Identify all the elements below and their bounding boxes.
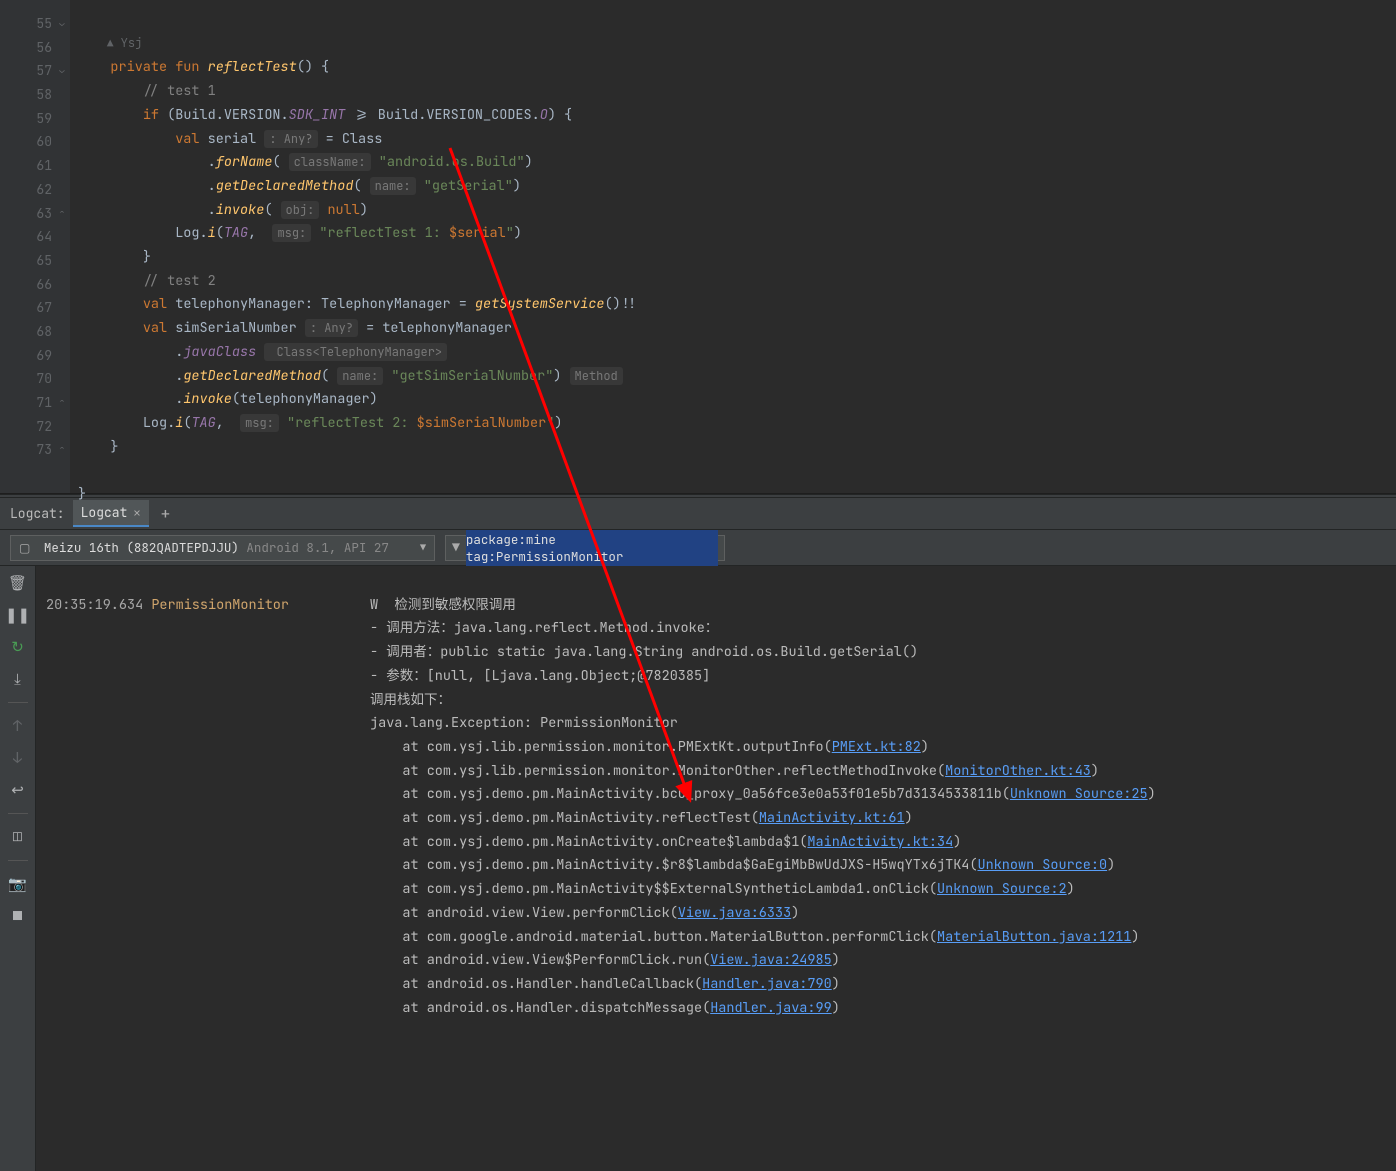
arrow-down-icon[interactable]: ↓ <box>9 749 27 767</box>
stack-line: at android.view.View.performClick( <box>370 904 678 922</box>
line-number: 71 <box>0 391 52 415</box>
log-line: - 调用方法：java.lang.reflect.Method.invoke： <box>370 619 718 637</box>
stack-line: at com.ysj.demo.pm.MainActivity.onCreate… <box>370 833 807 851</box>
line-number: 66 <box>0 273 52 297</box>
line-number-gutter: 55 56 57 58 59 60 61 62 63 64 65 66 67 6… <box>0 0 70 493</box>
source-link[interactable]: Unknown Source:2 <box>937 880 1067 898</box>
stack-line: at com.google.android.material.button.Ma… <box>370 928 937 946</box>
tab-label: Logcat <box>81 504 128 521</box>
logcat-panel-label: Logcat: <box>10 505 65 522</box>
soft-wrap-icon[interactable]: ↩ <box>9 781 27 799</box>
line-number: 73 <box>0 438 52 462</box>
stack-line: at com.ysj.demo.pm.MainActivity$$Externa… <box>370 880 937 898</box>
logcat-output[interactable]: 20:35:19.634 PermissionMonitor W 检测到敏感权限… <box>36 566 1396 1171</box>
line-number: 62 <box>0 178 52 202</box>
log-tag: PermissionMonitor <box>151 596 289 614</box>
source-link[interactable]: Unknown Source:25 <box>1010 785 1148 803</box>
source-link[interactable]: MainActivity.kt:61 <box>759 809 905 827</box>
phone-icon: ▢ <box>19 540 30 556</box>
line-number: 72 <box>0 415 52 439</box>
author-icon: ▲ <box>107 37 114 51</box>
line-number: 65 <box>0 249 52 273</box>
arrow-up-icon[interactable]: ↑ <box>9 717 27 735</box>
fold-icon[interactable]: ⌃ <box>56 438 68 462</box>
line-number: 63 <box>0 202 52 226</box>
source-link[interactable]: Handler.java:790 <box>702 975 832 993</box>
pause-icon[interactable]: ❚❚ <box>9 606 27 624</box>
source-link[interactable]: View.java:6333 <box>678 904 791 922</box>
fold-icon[interactable]: ⌃ <box>56 391 68 415</box>
stack-line: at com.ysj.demo.pm.MainActivity.bcu_prox… <box>370 785 1010 803</box>
line-number: 61 <box>0 154 52 178</box>
code-editor[interactable]: 55 56 57 58 59 60 61 62 63 64 65 66 67 6… <box>0 0 1396 494</box>
source-link[interactable]: Handler.java:99 <box>710 999 832 1017</box>
line-number: 55 <box>0 12 52 36</box>
line-number: 60 <box>0 130 52 154</box>
line-number: 56 <box>0 36 52 60</box>
line-number: 58 <box>0 83 52 107</box>
add-tab-button[interactable]: + <box>161 503 171 524</box>
line-number: 57 <box>0 59 52 83</box>
line-number: 67 <box>0 296 52 320</box>
log-timestamp: 20:35:19.634 <box>46 596 143 614</box>
line-number: 68 <box>0 320 52 344</box>
logcat-filter-input[interactable]: ▼ package:mine tag:PermissionMonitor <box>445 535 725 561</box>
logcat-toolbar: ▢ Meizu 16th (882QADTEPDJJU) Android 8.1… <box>0 530 1396 566</box>
record-icon[interactable]: ■ <box>9 907 27 925</box>
author-hint: Ysj <box>121 35 143 51</box>
stack-line: at android.os.Handler.handleCallback( <box>370 975 702 993</box>
filter-token: package:mine tag:PermissionMonitor <box>466 530 718 566</box>
source-link[interactable]: MonitorOther.kt:43 <box>945 762 1091 780</box>
logcat-sidebar: 🗑 ❚❚ ↻ ⤓ ↑ ↓ ↩ ◫ 📷 ■ <box>0 566 36 1171</box>
log-level: W <box>370 596 378 614</box>
log-line: 检测到敏感权限调用 <box>394 596 516 614</box>
fold-icon[interactable]: ⌄ <box>56 12 68 36</box>
stack-line: at com.ysj.demo.pm.MainActivity.reflectT… <box>370 809 759 827</box>
scroll-end-icon[interactable]: ⤓ <box>9 670 27 688</box>
restart-icon[interactable]: ↻ <box>9 638 27 656</box>
device-selector[interactable]: ▢ Meizu 16th (882QADTEPDJJU) Android 8.1… <box>10 535 435 561</box>
source-link[interactable]: PMExt.kt:82 <box>832 738 921 756</box>
device-name: Meizu 16th (882QADTEPDJJU) <box>44 539 239 556</box>
stack-line: at com.ysj.lib.permission.monitor.Monito… <box>370 762 945 780</box>
tab-logcat[interactable]: Logcat ✕ <box>73 500 149 527</box>
screenshot-icon[interactable]: 📷 <box>9 875 27 893</box>
line-number: 59 <box>0 107 52 131</box>
log-line: - 参数：[null, [Ljava.lang.Object;@7820385] <box>370 667 710 685</box>
log-line: java.lang.Exception: PermissionMonitor <box>370 714 678 732</box>
stack-line: at android.os.Handler.dispatchMessage( <box>370 999 710 1017</box>
source-link[interactable]: Unknown Source:0 <box>978 856 1108 874</box>
line-number: 69 <box>0 344 52 368</box>
line-number: 64 <box>0 225 52 249</box>
source-link[interactable]: MaterialButton.java:1211 <box>937 928 1131 946</box>
device-version: Android 8.1, API 27 <box>246 539 389 556</box>
fold-icon[interactable]: ⌃ <box>56 202 68 226</box>
log-line: - 调用者：public static java.lang.String and… <box>370 643 918 661</box>
fold-icon[interactable]: ⌄ <box>56 59 68 83</box>
source-link[interactable]: View.java:24985 <box>710 951 832 969</box>
close-icon[interactable]: ✕ <box>133 505 140 521</box>
log-line: 调用栈如下： <box>370 691 451 709</box>
split-icon[interactable]: ◫ <box>9 828 27 846</box>
stack-line: at com.ysj.demo.pm.MainActivity.$r8$lamb… <box>370 856 978 874</box>
line-number: 70 <box>0 367 52 391</box>
trash-icon[interactable]: 🗑 <box>9 574 27 592</box>
chevron-down-icon: ▼ <box>420 541 426 554</box>
stack-line: at android.view.View$PerformClick.run( <box>370 951 710 969</box>
code-content[interactable]: ▲ Ysj private fun reflectTest() { // tes… <box>70 0 1396 493</box>
source-link[interactable]: MainActivity.kt:34 <box>807 833 953 851</box>
stack-line: at com.ysj.lib.permission.monitor.PMExtK… <box>370 738 832 756</box>
filter-icon: ▼ <box>452 539 460 556</box>
